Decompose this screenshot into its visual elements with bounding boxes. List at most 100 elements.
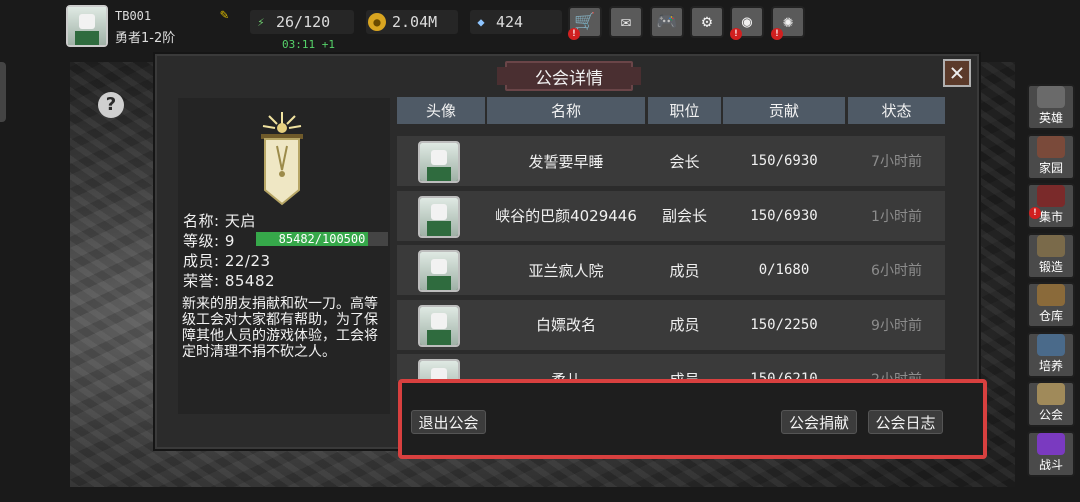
close-button[interactable]: ✕ bbox=[943, 59, 971, 87]
color-wheel-icon: ◉ bbox=[741, 12, 753, 32]
guild-honor: 85482 bbox=[224, 272, 276, 290]
menu-button-0[interactable]: 英雄 bbox=[1027, 84, 1075, 130]
gem-counter[interactable]: ◆ 424 bbox=[470, 10, 562, 34]
player-id: TB001 bbox=[115, 9, 152, 23]
gold-counter[interactable]: ● 2.04M bbox=[366, 10, 458, 34]
alert-badge: ! bbox=[771, 28, 783, 40]
menu-icon bbox=[1037, 432, 1065, 455]
menu-icon bbox=[1037, 185, 1065, 207]
color-wheel-button[interactable]: ◉! bbox=[730, 6, 764, 40]
header-name: 名称 bbox=[487, 97, 645, 124]
guild-honor-row: 荣誉: 85482 bbox=[183, 270, 275, 291]
alert-badge: ! bbox=[568, 28, 580, 40]
member-role: 成员 bbox=[669, 316, 700, 334]
energy-icon: ⚡ bbox=[257, 15, 265, 29]
menu-button-2[interactable]: 集市! bbox=[1027, 183, 1075, 229]
member-role: 会长 bbox=[669, 152, 700, 171]
avatar-portrait bbox=[420, 361, 458, 381]
guild-description: 新来的朋友捐献和砍一刀。高等级工会对大家都有帮助，为了保障其他人员的游戏体验，工… bbox=[182, 296, 378, 360]
energy-timer: 03:11 +1 bbox=[282, 38, 335, 51]
menu-icon bbox=[1037, 333, 1065, 356]
member-status: 9小时前 bbox=[871, 317, 922, 334]
menu-icon bbox=[1037, 86, 1065, 108]
gear-icon: ⚙ bbox=[701, 12, 713, 32]
avatar-portrait bbox=[68, 7, 106, 45]
guild-members-row: 成员: 22/23 bbox=[183, 250, 271, 271]
member-name: 亚兰疯人院 bbox=[528, 261, 604, 280]
player-rank: 勇者1-2阶 bbox=[115, 31, 176, 46]
left-edge-tab[interactable] bbox=[0, 62, 6, 122]
menu-button-3[interactable]: 锻造 bbox=[1027, 232, 1075, 279]
menu-label: 战斗 bbox=[1038, 457, 1063, 472]
gold-value: 2.04M bbox=[392, 13, 438, 31]
energy-counter[interactable]: ⚡ 26/120 bbox=[250, 10, 354, 34]
member-avatar[interactable] bbox=[418, 195, 460, 238]
table-row[interactable]: 亚兰疯人院 成员 0/1680 6小时前 bbox=[397, 245, 945, 295]
member-role: 成员 bbox=[669, 261, 700, 280]
member-role: 副会长 bbox=[661, 207, 707, 225]
menu-icon bbox=[1037, 135, 1065, 158]
menu-icon bbox=[1037, 284, 1065, 306]
guild-honor-label: 荣誉: bbox=[183, 272, 220, 290]
mail-button[interactable]: ✉ bbox=[609, 6, 643, 38]
gear-button[interactable]: ⚙ bbox=[690, 6, 724, 38]
member-avatar[interactable] bbox=[418, 141, 460, 183]
guild-banner-icon bbox=[261, 112, 303, 206]
member-contribution: 150/2250 bbox=[750, 316, 818, 333]
member-contribution: 150/6210 bbox=[750, 371, 818, 381]
fireworks-icon: ✺ bbox=[782, 12, 794, 32]
member-name: 发誓要早睡 bbox=[528, 152, 604, 171]
member-status: 6小时前 bbox=[871, 263, 922, 279]
member-role: 成员 bbox=[669, 370, 700, 382]
menu-icon bbox=[1037, 234, 1065, 257]
avatar-portrait bbox=[420, 252, 458, 290]
avatar-portrait bbox=[420, 143, 458, 181]
member-name: 峡谷的巴颜4029446 bbox=[495, 207, 637, 225]
member-status: 7小时前 bbox=[871, 154, 922, 170]
member-status: 2小时前 bbox=[871, 372, 922, 381]
table-row[interactable]: 峡谷的巴颜4029446 副会长 150/6930 1小时前 bbox=[397, 190, 945, 241]
menu-button-1[interactable]: 家园 bbox=[1027, 133, 1075, 180]
table-row[interactable]: 白嫖改名 成员 150/2250 9小时前 bbox=[397, 299, 945, 350]
guild-level-label: 等级: bbox=[183, 232, 220, 250]
gamepad-icon: 🎮 bbox=[656, 12, 678, 32]
gem-icon: ◆ bbox=[477, 15, 485, 29]
help-icon[interactable]: ? bbox=[98, 92, 124, 118]
member-name: 柔儿 bbox=[550, 370, 581, 382]
menu-label: 培养 bbox=[1038, 358, 1063, 373]
member-avatar[interactable] bbox=[418, 304, 460, 347]
header-avatar: 头像 bbox=[397, 97, 485, 124]
menu-button-7[interactable]: 战斗 bbox=[1027, 430, 1075, 477]
gem-value: 424 bbox=[496, 13, 524, 31]
menu-button-4[interactable]: 仓库 bbox=[1027, 282, 1075, 328]
guild-level: 9 bbox=[224, 232, 235, 250]
avatar-portrait bbox=[420, 306, 458, 345]
guild-members: 22/23 bbox=[224, 252, 271, 270]
menu-label: 家园 bbox=[1038, 160, 1063, 175]
edit-icon[interactable]: ✎ bbox=[220, 7, 236, 23]
guild-level-row: 等级: 9 bbox=[183, 230, 235, 251]
alert-badge: ! bbox=[730, 28, 742, 40]
player-avatar[interactable] bbox=[66, 5, 108, 47]
fireworks-button[interactable]: ✺! bbox=[771, 6, 805, 40]
energy-value: 26/120 bbox=[276, 13, 331, 31]
avatar-portrait bbox=[420, 197, 458, 236]
gamepad-button[interactable]: 🎮 bbox=[650, 6, 684, 38]
table-row[interactable]: 柔儿 成员 150/6210 2小时前 bbox=[397, 354, 945, 381]
guild-name: 天启 bbox=[224, 212, 256, 230]
menu-label: 仓库 bbox=[1038, 309, 1063, 323]
menu-button-6[interactable]: 公会 bbox=[1027, 381, 1075, 427]
guild-name-row: 名称: 天启 bbox=[183, 210, 256, 231]
mail-icon: ✉ bbox=[620, 12, 632, 32]
member-avatar[interactable] bbox=[418, 250, 460, 292]
member-contribution: 150/6930 bbox=[750, 207, 818, 224]
header-role: 职位 bbox=[648, 97, 721, 124]
menu-button-5[interactable]: 培养 bbox=[1027, 331, 1075, 378]
member-avatar[interactable] bbox=[418, 359, 460, 381]
member-contribution: 0/1680 bbox=[758, 262, 810, 278]
gold-coin-icon: ● bbox=[368, 13, 386, 31]
table-row[interactable]: 发誓要早睡 会长 150/6930 7小时前 bbox=[397, 136, 945, 186]
menu-label: 锻造 bbox=[1038, 259, 1063, 274]
shop-cart-button[interactable]: 🛒! bbox=[568, 6, 602, 40]
highlight-box bbox=[398, 379, 987, 459]
